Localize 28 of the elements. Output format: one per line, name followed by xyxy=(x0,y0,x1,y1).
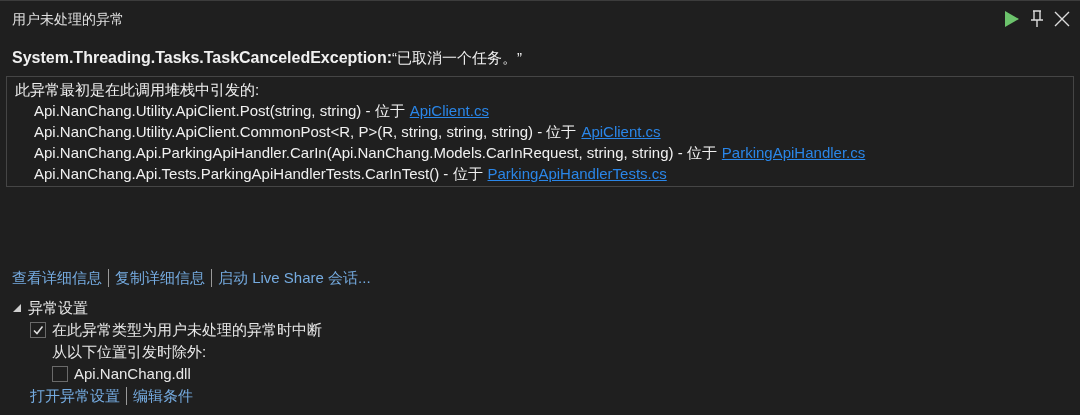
check-icon xyxy=(32,324,44,336)
stack-frame: Api.NanChang.Utility.ApiClient.Post(string, string) - 位于 xyxy=(34,100,405,121)
exception-type: System.Threading.Tasks.TaskCanceledException: xyxy=(12,48,392,68)
expand-icon[interactable] xyxy=(12,303,22,313)
action-link[interactable]: 查看详细信息 xyxy=(12,267,102,289)
call-stack-heading: 此异常最初是在此调用堆栈中引发的: xyxy=(15,80,261,100)
stack-frame: Api.NanChang.Api.Tests.ParkingApiHandlerTests.CarInTest() - 位于 xyxy=(34,163,483,184)
action-link[interactable]: 启动 Live Share 会话... xyxy=(218,267,371,289)
settings-link[interactable]: 打开异常设置 xyxy=(30,385,120,407)
checkbox[interactable] xyxy=(52,366,68,382)
source-file-link[interactable]: ApiClient.cs xyxy=(581,121,661,142)
source-file-link[interactable]: ParkingApiHandler.cs xyxy=(721,142,866,163)
window-title: 用户未处理的异常 xyxy=(12,9,124,29)
stack-frame: Api.NanChang.Utility.ApiClient.CommonPost<R, P>(R, string, string, string) - 位于 xyxy=(34,121,577,142)
pin-icon[interactable] xyxy=(1030,10,1044,28)
exception-message: “已取消一个任务。” xyxy=(392,48,522,68)
source-file-link[interactable]: ParkingApiHandlerTests.cs xyxy=(487,163,667,184)
continue-icon[interactable] xyxy=(1004,10,1020,28)
close-icon[interactable] xyxy=(1054,11,1070,27)
action-link[interactable]: 复制详细信息 xyxy=(115,267,205,289)
exception-condition-label: 从以下位置引发时除外: xyxy=(52,342,208,362)
settings-link[interactable]: 编辑条件 xyxy=(133,385,193,407)
source-file-link[interactable]: ApiClient.cs xyxy=(409,100,489,121)
stack-frame: Api.NanChang.Api.ParkingApiHandler.CarIn(Api.NanChang.Models.CarInRequest, string, string) - 位于 xyxy=(34,142,717,163)
checkbox[interactable] xyxy=(30,322,46,338)
checkbox-label: Api.NanChang.dll xyxy=(74,364,191,384)
checkbox-label: 在此异常类型为用户未处理的异常时中断 xyxy=(52,320,322,340)
section-title: 异常设置 xyxy=(28,298,88,318)
